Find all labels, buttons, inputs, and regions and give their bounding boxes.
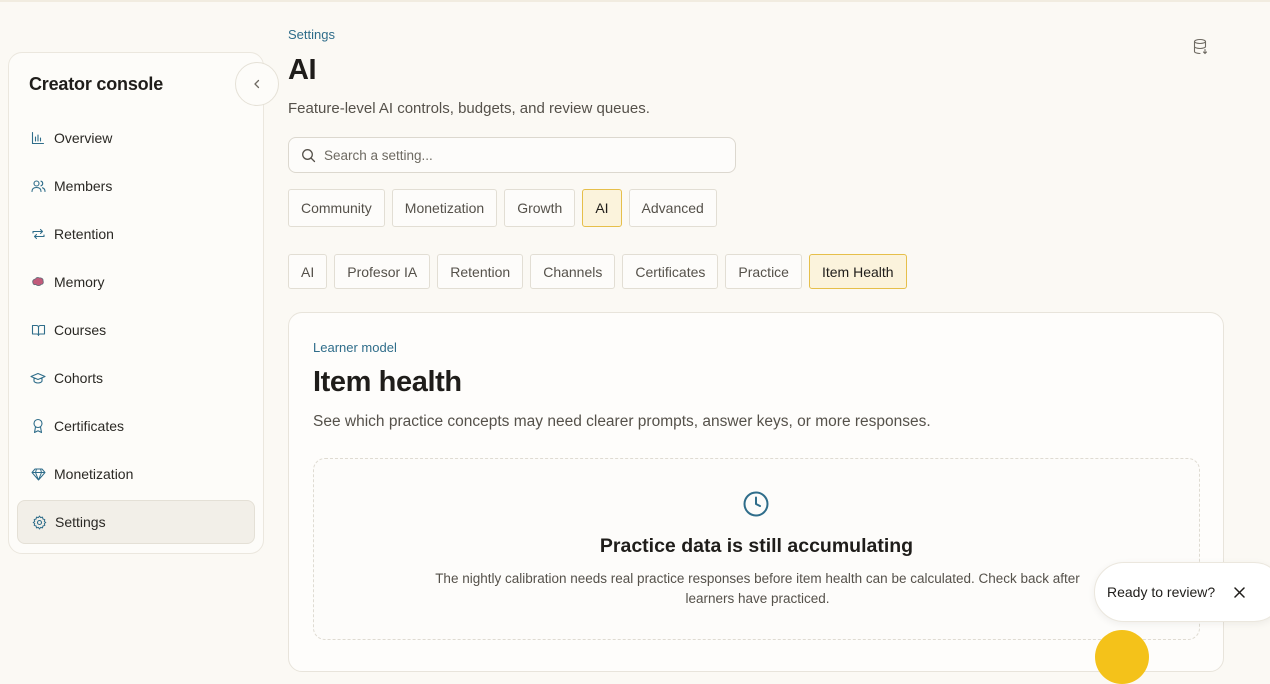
tab-advanced[interactable]: Advanced	[628, 189, 717, 227]
sidebar-item-monetization[interactable]: Monetization	[17, 452, 255, 496]
graduation-cap-icon	[30, 370, 46, 386]
award-icon	[30, 418, 46, 434]
sidebar-item-settings[interactable]: Settings	[17, 500, 255, 544]
sidebar-item-label: Settings	[55, 514, 106, 530]
sidebar-item-retention[interactable]: Retention	[17, 212, 255, 256]
sidebar-item-overview[interactable]: Overview	[17, 116, 255, 160]
sidebar-item-label: Memory	[54, 274, 105, 290]
subtab-retention[interactable]: Retention	[437, 254, 524, 289]
toast-text: Ready to review?	[1107, 584, 1216, 600]
sidebar-item-label: Cohorts	[54, 370, 104, 386]
empty-state-title: Practice data is still accumulating	[599, 535, 914, 557]
card-title: Item health	[313, 366, 462, 398]
tab-ai[interactable]: AI	[582, 189, 622, 227]
tab-monetization[interactable]: Monetization	[391, 189, 498, 227]
book-icon	[30, 322, 46, 338]
subtab-item-health[interactable]: Item Health	[808, 254, 907, 289]
floating-action-button[interactable]	[1095, 630, 1149, 684]
sidebar-item-label: Retention	[54, 226, 114, 242]
users-icon	[30, 178, 46, 194]
sub-tabs: AI Profesor IA Retention Channels Certif…	[288, 254, 907, 289]
sidebar-title: Creator console	[29, 74, 164, 94]
subtab-channels[interactable]: Channels	[530, 254, 616, 289]
collapse-sidebar-button[interactable]	[235, 62, 279, 106]
top-border	[0, 0, 1270, 2]
card-eyebrow: Learner model	[313, 340, 397, 355]
subtab-certificates[interactable]: Certificates	[622, 254, 719, 289]
tab-community[interactable]: Community	[288, 189, 385, 227]
sidebar: Creator console Overview Members Retenti…	[8, 52, 279, 554]
database-icon[interactable]	[1192, 38, 1210, 56]
chart-icon	[30, 130, 46, 146]
sidebar-item-certificates[interactable]: Certificates	[17, 404, 255, 448]
search-icon	[302, 148, 316, 162]
category-tabs: Community Monetization Growth AI Advance…	[288, 189, 717, 227]
tab-growth[interactable]: Growth	[504, 189, 576, 227]
close-icon[interactable]	[1231, 584, 1247, 600]
sidebar-item-label: Courses	[54, 322, 107, 338]
subtab-ai[interactable]: AI	[288, 254, 328, 289]
sidebar-item-label: Overview	[54, 130, 113, 146]
sidebar-item-label: Members	[54, 178, 113, 194]
chevron-left-icon	[254, 79, 260, 89]
breadcrumb[interactable]: Settings	[288, 27, 335, 42]
review-toast[interactable]: Ready to review?	[1094, 562, 1270, 622]
item-health-card: Learner model Item health See which prac…	[288, 312, 1224, 672]
sidebar-item-cohorts[interactable]: Cohorts	[17, 356, 255, 400]
sidebar-item-memory[interactable]: Memory	[17, 260, 255, 304]
sidebar-nav: Overview Members Retention Memory Course…	[17, 116, 255, 548]
empty-state: Practice data is still accumulating The …	[313, 458, 1200, 640]
page-description: Feature-level AI controls, budgets, and …	[288, 100, 650, 117]
sidebar-item-courses[interactable]: Courses	[17, 308, 255, 352]
brain-icon	[30, 274, 46, 290]
gem-icon	[30, 466, 46, 482]
clock-icon	[743, 491, 769, 517]
subtab-profesor-ia[interactable]: Profesor IA	[334, 254, 431, 289]
sidebar-item-label: Certificates	[54, 418, 125, 434]
subtab-practice[interactable]: Practice	[725, 254, 802, 289]
card-description: See which practice concepts may need cle…	[313, 413, 931, 430]
search-bar	[288, 137, 736, 173]
gear-icon	[31, 514, 47, 530]
page-title: AI	[288, 54, 317, 86]
sidebar-item-members[interactable]: Members	[17, 164, 255, 208]
empty-state-text: The nightly calibration needs real pract…	[435, 571, 1080, 606]
search-input[interactable]	[324, 147, 735, 163]
sidebar-item-label: Monetization	[54, 466, 134, 482]
repeat-icon	[30, 226, 46, 242]
